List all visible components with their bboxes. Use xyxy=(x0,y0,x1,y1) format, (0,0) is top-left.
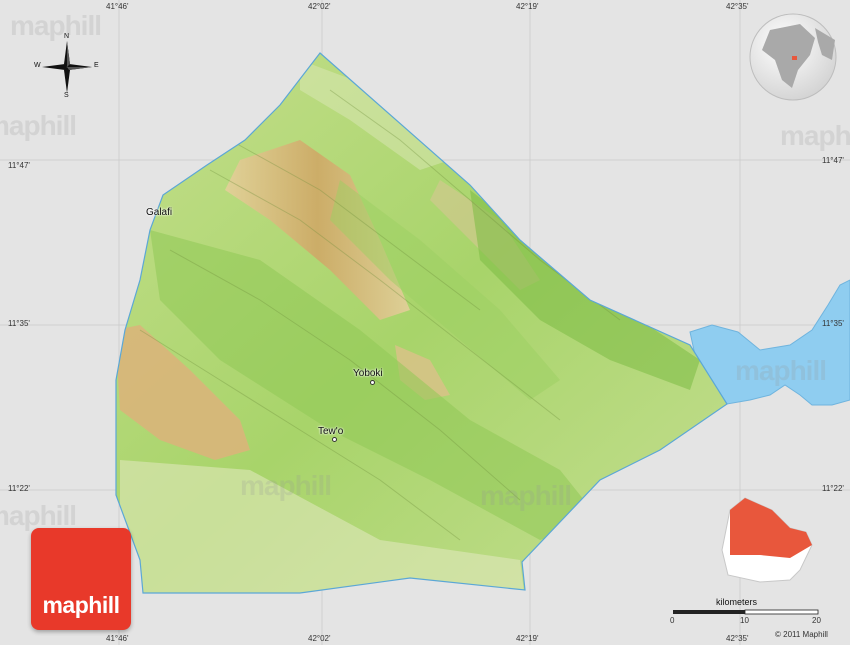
coord-bottom: 42°19' xyxy=(516,634,539,643)
watermark: maphill xyxy=(780,120,850,151)
watermark: maphill xyxy=(735,355,827,386)
scale-tick: 0 xyxy=(670,616,675,625)
coord-bottom: 42°35' xyxy=(726,634,749,643)
maphill-logo[interactable]: maphill xyxy=(31,528,131,630)
scale-bar: kilometers 0 10 20 xyxy=(668,597,828,627)
compass-s: S xyxy=(64,92,69,99)
coord-top: 42°19' xyxy=(516,2,539,11)
place-marker xyxy=(370,380,375,385)
coord-left: 11°47' xyxy=(8,161,30,170)
watermark: maphill xyxy=(480,480,572,511)
coord-top: 41°46' xyxy=(106,2,129,11)
globe-inset xyxy=(749,13,837,101)
place-label-tewo: Tew'o xyxy=(318,426,344,437)
copyright: © 2011 Maphill xyxy=(775,630,828,639)
compass-w: W xyxy=(34,62,41,69)
coord-top: 42°02' xyxy=(308,2,331,11)
place-label-yoboki: Yoboki xyxy=(353,368,383,379)
coord-left: 11°35' xyxy=(8,319,30,328)
coord-right: 11°47' xyxy=(822,156,844,165)
scale-tick: 10 xyxy=(740,616,749,625)
compass-n: N xyxy=(64,33,70,40)
place-marker xyxy=(332,437,337,442)
place-label-galafi: Galafi xyxy=(146,207,173,218)
compass-rose-icon: N S W E xyxy=(32,33,102,101)
locator-inset xyxy=(721,497,813,583)
coord-right: 11°22' xyxy=(822,484,844,493)
scale-tick: 20 xyxy=(812,616,821,625)
coord-bottom: 41°46' xyxy=(106,634,129,643)
compass-e: E xyxy=(94,62,99,69)
scale-unit: kilometers xyxy=(716,597,758,607)
watermark: maphill xyxy=(0,110,77,141)
watermark: maphill xyxy=(240,470,332,501)
coord-bottom: 42°02' xyxy=(308,634,331,643)
coord-left: 11°22' xyxy=(8,484,30,493)
coord-top: 42°35' xyxy=(726,2,749,11)
logo-text: maphill xyxy=(42,592,120,618)
coord-right: 11°35' xyxy=(822,319,844,328)
